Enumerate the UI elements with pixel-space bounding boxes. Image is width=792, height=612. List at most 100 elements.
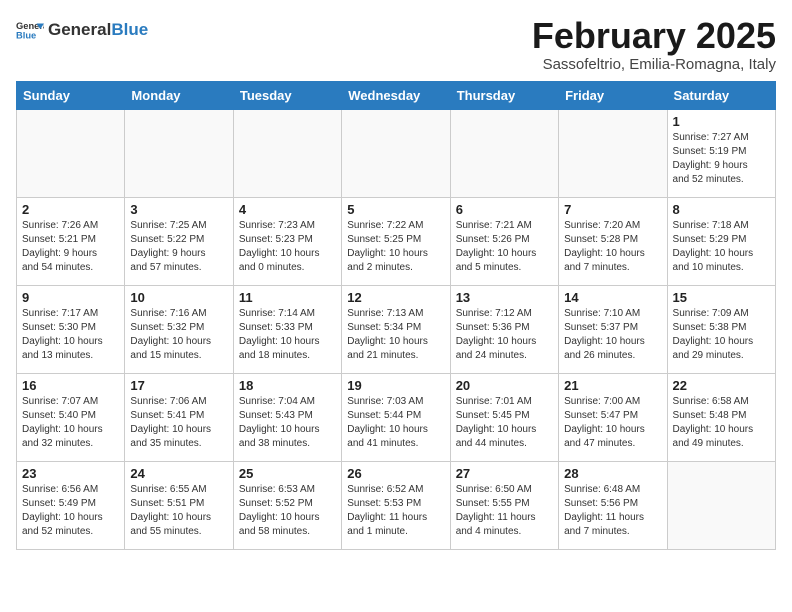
weekday-sunday: Sunday [17, 81, 125, 109]
day-number: 14 [564, 290, 661, 305]
day-cell: 12 Sunrise: 7:13 AM Sunset: 5:34 PM Dayli… [342, 285, 450, 373]
day-info: Sunrise: 7:17 AM Sunset: 5:30 PM Dayligh… [22, 307, 119, 363]
day-number: 26 [347, 466, 444, 481]
day-number: 7 [564, 202, 661, 217]
day-cell: 2 Sunrise: 7:26 AM Sunset: 5:21 PM Daylig… [17, 197, 125, 285]
day-number: 6 [456, 202, 553, 217]
day-number: 11 [239, 290, 336, 305]
weekday-thursday: Thursday [450, 81, 558, 109]
day-info: Sunrise: 7:12 AM Sunset: 5:36 PM Dayligh… [456, 307, 553, 363]
logo: General Blue GeneralBlue [16, 16, 148, 44]
week-row-5: 23 Sunrise: 6:56 AM Sunset: 5:49 PM Dayli… [17, 461, 776, 549]
day-info: Sunrise: 7:01 AM Sunset: 5:45 PM Dayligh… [456, 395, 553, 451]
title-area: February 2025 Sassofeltrio, Emilia-Romag… [532, 16, 776, 73]
svg-text:Blue: Blue [16, 30, 36, 40]
weekday-saturday: Saturday [667, 81, 775, 109]
day-cell: 14 Sunrise: 7:10 AM Sunset: 5:37 PM Dayli… [559, 285, 667, 373]
day-cell: 5 Sunrise: 7:22 AM Sunset: 5:25 PM Daylig… [342, 197, 450, 285]
day-number: 28 [564, 466, 661, 481]
day-number: 3 [130, 202, 227, 217]
day-cell: 8 Sunrise: 7:18 AM Sunset: 5:29 PM Daylig… [667, 197, 775, 285]
weekday-tuesday: Tuesday [233, 81, 341, 109]
day-info: Sunrise: 6:56 AM Sunset: 5:49 PM Dayligh… [22, 483, 119, 539]
calendar-body: 1Sunrise: 7:27 AM Sunset: 5:19 PM Daylig… [17, 109, 776, 549]
day-cell: 19 Sunrise: 7:03 AM Sunset: 5:44 PM Dayli… [342, 373, 450, 461]
day-number: 15 [673, 290, 770, 305]
day-cell [667, 461, 775, 549]
day-info: Sunrise: 7:00 AM Sunset: 5:47 PM Dayligh… [564, 395, 661, 451]
day-info: Sunrise: 7:13 AM Sunset: 5:34 PM Dayligh… [347, 307, 444, 363]
day-cell: 26 Sunrise: 6:52 AM Sunset: 5:53 PM Dayli… [342, 461, 450, 549]
day-cell [125, 109, 233, 197]
day-cell [450, 109, 558, 197]
day-cell: 10 Sunrise: 7:16 AM Sunset: 5:32 PM Dayli… [125, 285, 233, 373]
day-info: Sunrise: 7:09 AM Sunset: 5:38 PM Dayligh… [673, 307, 770, 363]
day-cell: 3 Sunrise: 7:25 AM Sunset: 5:22 PM Daylig… [125, 197, 233, 285]
day-info: Sunrise: 7:23 AM Sunset: 5:23 PM Dayligh… [239, 219, 336, 275]
day-cell: 27Sunrise: 6:50 AM Sunset: 5:55 PM Dayli… [450, 461, 558, 549]
logo-icon: General Blue [16, 16, 44, 44]
day-number: 13 [456, 290, 553, 305]
day-number: 1 [673, 114, 770, 129]
day-info: Sunrise: 7:21 AM Sunset: 5:26 PM Dayligh… [456, 219, 553, 275]
day-number: 20 [456, 378, 553, 393]
day-number: 5 [347, 202, 444, 217]
week-row-1: 1Sunrise: 7:27 AM Sunset: 5:19 PM Daylig… [17, 109, 776, 197]
day-number: 2 [22, 202, 119, 217]
day-cell [559, 109, 667, 197]
day-info: Sunrise: 7:26 AM Sunset: 5:21 PM Dayligh… [22, 219, 119, 275]
week-row-3: 9 Sunrise: 7:17 AM Sunset: 5:30 PM Daylig… [17, 285, 776, 373]
day-number: 12 [347, 290, 444, 305]
day-cell: 21 Sunrise: 7:00 AM Sunset: 5:47 PM Dayli… [559, 373, 667, 461]
day-info: Sunrise: 7:20 AM Sunset: 5:28 PM Dayligh… [564, 219, 661, 275]
day-cell: 6 Sunrise: 7:21 AM Sunset: 5:26 PM Daylig… [450, 197, 558, 285]
day-number: 4 [239, 202, 336, 217]
day-cell: 7 Sunrise: 7:20 AM Sunset: 5:28 PM Daylig… [559, 197, 667, 285]
day-number: 21 [564, 378, 661, 393]
day-info: Sunrise: 7:03 AM Sunset: 5:44 PM Dayligh… [347, 395, 444, 451]
day-cell: 22Sunrise: 6:58 AM Sunset: 5:48 PM Dayli… [667, 373, 775, 461]
day-info: Sunrise: 7:18 AM Sunset: 5:29 PM Dayligh… [673, 219, 770, 275]
calendar-table: SundayMondayTuesdayWednesdayThursdayFrid… [16, 81, 776, 550]
day-cell: 17Sunrise: 7:06 AM Sunset: 5:41 PM Dayli… [125, 373, 233, 461]
weekday-wednesday: Wednesday [342, 81, 450, 109]
logo-blue: Blue [111, 20, 148, 39]
week-row-2: 2 Sunrise: 7:26 AM Sunset: 5:21 PM Daylig… [17, 197, 776, 285]
weekday-friday: Friday [559, 81, 667, 109]
day-cell [17, 109, 125, 197]
day-info: Sunrise: 7:10 AM Sunset: 5:37 PM Dayligh… [564, 307, 661, 363]
day-cell: 11Sunrise: 7:14 AM Sunset: 5:33 PM Dayli… [233, 285, 341, 373]
day-cell: 13 Sunrise: 7:12 AM Sunset: 5:36 PM Dayli… [450, 285, 558, 373]
day-cell: 18Sunrise: 7:04 AM Sunset: 5:43 PM Dayli… [233, 373, 341, 461]
day-cell: 15 Sunrise: 7:09 AM Sunset: 5:38 PM Dayli… [667, 285, 775, 373]
day-number: 16 [22, 378, 119, 393]
day-info: Sunrise: 6:52 AM Sunset: 5:53 PM Dayligh… [347, 483, 444, 539]
day-number: 19 [347, 378, 444, 393]
header: General Blue GeneralBlue February 2025 S… [16, 16, 776, 73]
week-row-4: 16Sunrise: 7:07 AM Sunset: 5:40 PM Dayli… [17, 373, 776, 461]
day-cell: 25Sunrise: 6:53 AM Sunset: 5:52 PM Dayli… [233, 461, 341, 549]
day-info: Sunrise: 7:16 AM Sunset: 5:32 PM Dayligh… [130, 307, 227, 363]
day-number: 10 [130, 290, 227, 305]
day-number: 25 [239, 466, 336, 481]
day-cell: 24Sunrise: 6:55 AM Sunset: 5:51 PM Dayli… [125, 461, 233, 549]
day-cell: 4 Sunrise: 7:23 AM Sunset: 5:23 PM Daylig… [233, 197, 341, 285]
day-info: Sunrise: 7:25 AM Sunset: 5:22 PM Dayligh… [130, 219, 227, 275]
day-info: Sunrise: 7:06 AM Sunset: 5:41 PM Dayligh… [130, 395, 227, 451]
day-cell: 1Sunrise: 7:27 AM Sunset: 5:19 PM Daylig… [667, 109, 775, 197]
day-cell [342, 109, 450, 197]
day-cell: 20 Sunrise: 7:01 AM Sunset: 5:45 PM Dayli… [450, 373, 558, 461]
day-cell: 16Sunrise: 7:07 AM Sunset: 5:40 PM Dayli… [17, 373, 125, 461]
day-number: 9 [22, 290, 119, 305]
day-number: 23 [22, 466, 119, 481]
weekday-header: SundayMondayTuesdayWednesdayThursdayFrid… [17, 81, 776, 109]
day-cell: 28Sunrise: 6:48 AM Sunset: 5:56 PM Dayli… [559, 461, 667, 549]
day-number: 8 [673, 202, 770, 217]
day-cell: 9 Sunrise: 7:17 AM Sunset: 5:30 PM Daylig… [17, 285, 125, 373]
calendar-title: February 2025 [532, 16, 776, 56]
day-info: Sunrise: 7:04 AM Sunset: 5:43 PM Dayligh… [239, 395, 336, 451]
day-info: Sunrise: 6:55 AM Sunset: 5:51 PM Dayligh… [130, 483, 227, 539]
day-info: Sunrise: 7:22 AM Sunset: 5:25 PM Dayligh… [347, 219, 444, 275]
day-cell: 23 Sunrise: 6:56 AM Sunset: 5:49 PM Dayli… [17, 461, 125, 549]
day-number: 27 [456, 466, 553, 481]
